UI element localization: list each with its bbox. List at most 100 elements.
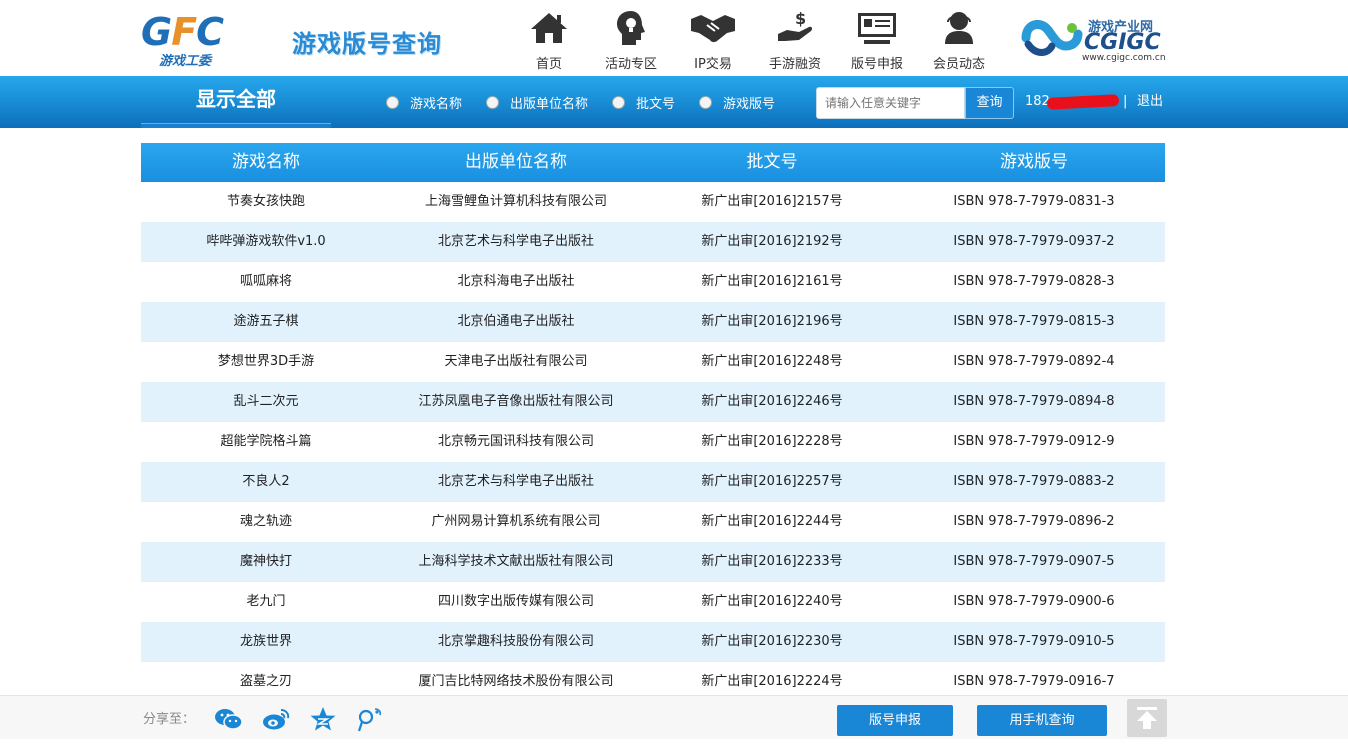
cgigc-emblem-icon <box>1021 20 1083 56</box>
search-type-options: 游戏名称 出版单位名称 批文号 游戏版号 <box>386 76 799 128</box>
cgigc-logo[interactable]: 游戏产业网 CGIGC www.cgigc.com.cn <box>1018 12 1168 66</box>
results-table: 游戏名称 出版单位名称 批文号 游戏版号 节奏女孩快跑 上海雪鲤鱼计算机科技有限… <box>141 143 1165 702</box>
isbn-cell: ISBN 978-7-7979-0907-5 <box>953 554 1115 569</box>
nav-label: 版号申报 <box>850 57 903 72</box>
approval-no-cell: 新广出审[2016]2246号 <box>701 394 843 409</box>
cgigc-logo-url: www.cgigc.com.cn <box>1082 53 1166 63</box>
active-tab-indicator <box>141 123 331 128</box>
isbn-cell: ISBN 978-7-7979-0883-2 <box>953 474 1115 489</box>
main-nav: 首页 活动专区 IP交易 $ 手游融资 版号申报 会员动态 <box>508 8 1000 74</box>
nav-label: IP交易 <box>694 57 732 72</box>
qzone-icon[interactable] <box>308 706 338 732</box>
search-input[interactable] <box>816 87 965 119</box>
game-name-cell: 呱呱麻将 <box>239 274 292 289</box>
radio-label: 批文号 <box>636 96 676 112</box>
separator: | <box>1123 94 1128 109</box>
nav-label: 首页 <box>535 57 562 72</box>
share-label: 分享至： <box>143 712 196 727</box>
license-apply-button[interactable]: 版号申报 <box>837 705 953 736</box>
site-title: 游戏版号查询 <box>292 30 442 58</box>
table-row[interactable]: 不良人2 北京艺术与科学电子出版社 新广出审[2016]2257号 ISBN 9… <box>141 462 1165 502</box>
radio-button[interactable] <box>486 95 500 109</box>
publisher-cell: 北京伯通电子出版社 <box>457 314 575 329</box>
approval-no-cell: 新广出审[2016]2248号 <box>701 354 843 369</box>
back-to-top-button[interactable] <box>1127 699 1167 737</box>
publisher-cell: 上海雪鲤鱼计算机科技有限公司 <box>424 194 607 209</box>
weibo-icon[interactable] <box>261 706 291 732</box>
table-row[interactable]: 龙族世界 北京掌趣科技股份有限公司 新广出审[2016]2230号 ISBN 9… <box>141 622 1165 662</box>
table-row[interactable]: 老九门 四川数字出版传媒有限公司 新广出审[2016]2240号 ISBN 97… <box>141 582 1165 622</box>
radio-game-name[interactable]: 游戏名称 <box>386 93 462 112</box>
isbn-cell: ISBN 978-7-7979-0900-6 <box>953 594 1115 609</box>
publisher-cell: 上海科学技术文献出版社有限公司 <box>418 554 614 569</box>
publisher-cell: 江苏凤凰电子音像出版社有限公司 <box>418 394 614 409</box>
publisher-cell: 北京掌趣科技股份有限公司 <box>437 634 594 649</box>
game-name-cell: 节奏女孩快跑 <box>226 194 305 209</box>
redaction-mark <box>1046 94 1120 110</box>
table-row[interactable]: 魂之轨迹 广州网易计算机系统有限公司 新广出审[2016]2244号 ISBN … <box>141 502 1165 542</box>
nav-item-events[interactable]: 活动专区 <box>590 8 672 74</box>
arrow-up-icon <box>1137 707 1157 729</box>
gfc-logo[interactable]: GFC 游戏工委 <box>141 12 241 69</box>
nav-item-license-apply[interactable]: 版号申报 <box>836 8 918 74</box>
approval-no-cell: 新广出审[2016]2244号 <box>701 514 843 529</box>
radio-approval-no[interactable]: 批文号 <box>612 93 675 112</box>
wechat-icon[interactable] <box>214 706 244 732</box>
nav-item-member-news[interactable]: 会员动态 <box>918 8 1000 74</box>
isbn-cell: ISBN 978-7-7979-0912-9 <box>953 434 1115 449</box>
nav-item-home[interactable]: 首页 <box>508 8 590 74</box>
radio-label: 游戏版号 <box>723 96 776 112</box>
table-header: 游戏名称 出版单位名称 批文号 游戏版号 <box>141 143 1165 182</box>
table-row[interactable]: 魔神快打 上海科学技术文献出版社有限公司 新广出审[2016]2233号 ISB… <box>141 542 1165 582</box>
isbn-cell: ISBN 978-7-7979-0831-3 <box>953 194 1115 209</box>
game-name-cell: 老九门 <box>246 594 286 609</box>
approval-no-cell: 新广出审[2016]2157号 <box>701 194 843 209</box>
radio-button[interactable] <box>612 95 626 109</box>
table-row[interactable]: 哔哔弹游戏软件v1.0 北京艺术与科学电子出版社 新广出审[2016]2192号… <box>141 222 1165 262</box>
nav-label: 活动专区 <box>604 57 657 72</box>
mobile-query-button[interactable]: 用手机查询 <box>977 705 1107 736</box>
table-row[interactable]: 梦想世界3D手游 天津电子出版社有限公司 新广出审[2016]2248号 ISB… <box>141 342 1165 382</box>
head-lightbulb-icon <box>590 8 672 48</box>
approval-no-cell: 新广出审[2016]2161号 <box>701 274 843 289</box>
logout-link[interactable]: 退出 <box>1137 76 1163 128</box>
approval-no-cell: 新广出审[2016]2240号 <box>701 594 843 609</box>
radio-button[interactable] <box>386 95 399 109</box>
table-row[interactable]: 途游五子棋 北京伯通电子出版社 新广出审[2016]2196号 ISBN 978… <box>141 302 1165 342</box>
table-body: 节奏女孩快跑 上海雪鲤鱼计算机科技有限公司 新广出审[2016]2157号 IS… <box>141 182 1165 702</box>
nav-label: 会员动态 <box>932 57 985 72</box>
game-name-cell: 超能学院格斗篇 <box>220 434 312 449</box>
table-row[interactable]: 超能学院格斗篇 北京畅元国讯科技有限公司 新广出审[2016]2228号 ISB… <box>141 422 1165 462</box>
publisher-cell: 广州网易计算机系统有限公司 <box>431 514 601 529</box>
table-row[interactable]: 乱斗二次元 江苏凤凰电子音像出版社有限公司 新广出审[2016]2246号 IS… <box>141 382 1165 422</box>
publisher-cell: 北京科海电子出版社 <box>457 274 575 289</box>
approval-no-cell: 新广出审[2016]2230号 <box>701 634 843 649</box>
column-header: 批文号 <box>746 152 798 172</box>
game-name-cell: 梦想世界3D手游 <box>217 354 315 369</box>
column-header: 出版单位名称 <box>465 152 567 172</box>
game-name-cell: 不良人2 <box>242 474 290 489</box>
nav-item-ip-trade[interactable]: IP交易 <box>672 8 754 74</box>
tencent-weibo-icon[interactable] <box>355 706 385 732</box>
show-all-label: 显示全部 <box>196 87 276 111</box>
radio-game-isbn[interactable]: 游戏版号 <box>699 93 775 112</box>
radio-button[interactable] <box>699 95 713 109</box>
home-icon <box>508 8 590 48</box>
footer-bar: 分享至： 版号申报 用手机查询 <box>0 695 1348 739</box>
search-bar: 显示全部 游戏名称 出版单位名称 批文号 游戏版号 查询 182 | 退出 <box>0 76 1348 128</box>
nav-item-mobile-finance[interactable]: $ 手游融资 <box>754 8 836 74</box>
table-row[interactable]: 节奏女孩快跑 上海雪鲤鱼计算机科技有限公司 新广出审[2016]2157号 IS… <box>141 182 1165 222</box>
column-header: 游戏版号 <box>1000 152 1068 172</box>
publisher-cell: 北京艺术与科学电子出版社 <box>437 234 594 249</box>
table-row[interactable]: 呱呱麻将 北京科海电子出版社 新广出审[2016]2161号 ISBN 978-… <box>141 262 1165 302</box>
monitor-icon <box>836 8 918 48</box>
publisher-cell: 天津电子出版社有限公司 <box>444 354 588 369</box>
approval-no-cell: 新广出审[2016]2192号 <box>701 234 843 249</box>
publisher-cell: 北京畅元国讯科技有限公司 <box>437 434 594 449</box>
search-button[interactable]: 查询 <box>965 87 1014 119</box>
isbn-cell: ISBN 978-7-7979-0815-3 <box>953 314 1115 329</box>
radio-publisher[interactable]: 出版单位名称 <box>486 93 588 112</box>
approval-no-cell: 新广出审[2016]2257号 <box>701 474 843 489</box>
show-all-tab[interactable]: 显示全部 <box>141 76 331 128</box>
isbn-cell: ISBN 978-7-7979-0896-2 <box>953 514 1115 529</box>
